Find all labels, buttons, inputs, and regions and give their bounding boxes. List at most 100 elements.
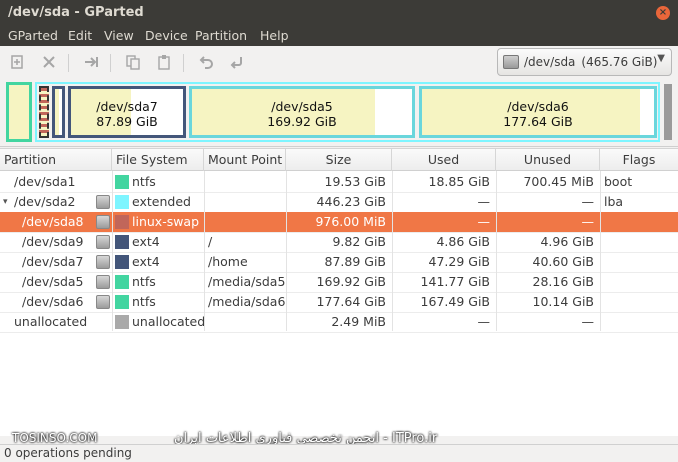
cell-unused: 700.45 MiB: [523, 174, 594, 189]
cell-mountpoint: /media/sda6: [208, 294, 286, 309]
cell-filesystem: ntfs: [132, 174, 156, 189]
cell-flags: [604, 252, 676, 272]
undo-icon[interactable]: [197, 54, 215, 72]
cell-filesystem: ntfs: [132, 274, 156, 289]
cell-used: —: [477, 194, 491, 209]
menu-help[interactable]: Help: [260, 28, 289, 43]
title-bar: /dev/sda - GParted ×: [0, 0, 678, 26]
filesystem-color-icon: [115, 275, 129, 289]
column-mountpoint[interactable]: Mount Point: [204, 149, 286, 171]
cell-partition: /dev/sda7: [22, 254, 84, 269]
map-partition-sda5[interactable]: /dev/sda5 169.92 GiB: [189, 86, 415, 138]
column-unused[interactable]: Unused: [496, 149, 600, 171]
cell-mountpoint: [208, 172, 286, 192]
filesystem-color-icon: [115, 295, 129, 309]
cell-used: —: [477, 214, 491, 229]
apply-icon[interactable]: [228, 54, 246, 72]
column-flags[interactable]: Flags: [600, 149, 678, 171]
table-row[interactable]: /dev/sda7 ext4/home 87.89 GiB 47.29 GiB 40.6…: [0, 252, 678, 272]
map-partition-sda9[interactable]: [52, 86, 65, 138]
map-partition-sda1[interactable]: [6, 82, 32, 142]
status-bar: 0 operations pending: [0, 444, 678, 462]
filesystem-color-icon: [115, 195, 129, 209]
cell-mountpoint: [208, 212, 286, 232]
device-size: (465.76 GiB): [581, 55, 658, 69]
column-divider: [204, 171, 205, 331]
filesystem-color-icon: [115, 175, 129, 189]
cell-size: 87.89 GiB: [324, 254, 387, 269]
menu-gparted[interactable]: GParted: [8, 28, 58, 43]
column-divider: [112, 171, 113, 331]
cell-used: 167.49 GiB: [420, 294, 490, 309]
paste-icon[interactable]: [155, 54, 173, 72]
cell-partition: /dev/sda9: [22, 234, 84, 249]
table-row[interactable]: /dev/sda1 ntfs 19.53 GiB 18.85 GiB 700.45 Mi…: [0, 172, 678, 192]
cell-filesystem: ext4: [132, 234, 160, 249]
resize-move-icon[interactable]: [82, 54, 100, 72]
table-row[interactable]: unallocated unallocated 2.49 MiB — —: [0, 312, 678, 332]
cell-filesystem: linux-swap: [132, 214, 200, 229]
new-icon[interactable]: [8, 54, 26, 72]
map-partition-sda7[interactable]: /dev/sda7 87.89 GiB: [68, 86, 186, 138]
cell-size: 2.49 MiB: [331, 314, 386, 329]
device-selector[interactable]: /dev/sda (465.76 GiB) ▼: [497, 48, 672, 76]
cell-flags: lba: [604, 194, 624, 209]
cell-partition: /dev/sda2: [14, 194, 76, 209]
menu-partition[interactable]: Partition: [195, 28, 247, 43]
cell-size: 177.64 GiB: [316, 294, 386, 309]
cell-partition: unallocated: [14, 314, 88, 329]
cell-mountpoint: [208, 312, 286, 332]
chevron-down-icon: ▼: [657, 53, 665, 64]
column-divider: [392, 171, 393, 331]
copy-icon[interactable]: [124, 54, 142, 72]
column-filesystem[interactable]: File System: [112, 149, 204, 171]
map-scrollbar[interactable]: [664, 84, 672, 140]
disk-map: /dev/sda7 87.89 GiB /dev/sda5 169.92 GiB /…: [4, 82, 660, 142]
toolbar-separator: [183, 54, 184, 72]
menu-edit[interactable]: Edit: [68, 28, 92, 43]
map-partition-sda6[interactable]: /dev/sda6 177.64 GiB: [419, 86, 657, 138]
column-divider: [286, 171, 287, 331]
menu-device[interactable]: Device: [145, 28, 188, 43]
map-sda6-name: /dev/sda6: [507, 99, 569, 114]
menu-view[interactable]: View: [104, 28, 134, 43]
cell-unused: 4.96 GiB: [540, 234, 594, 249]
delete-icon[interactable]: [40, 54, 58, 72]
table-row[interactable]: /dev/sda5 ntfs/media/sda5 169.92 GiB 141.77…: [0, 272, 678, 292]
close-icon[interactable]: ×: [656, 6, 670, 20]
filesystem-color-icon: [115, 255, 129, 269]
map-sda7-size: 87.89 GiB: [96, 114, 158, 129]
table-row[interactable]: /dev/sda9 ext4 / 9.82 GiB 4.86 GiB 4.96 GiB: [0, 232, 678, 252]
table-row[interactable]: /dev/sda6 ntfs/media/sda6 177.64 GiB 167.49…: [0, 292, 678, 312]
lock-icon: [96, 275, 110, 289]
toolbar-separator: [110, 54, 111, 72]
cell-unused: 10.14 GiB: [532, 294, 595, 309]
map-partition-sda8[interactable]: [39, 86, 49, 138]
cell-filesystem: extended: [132, 194, 191, 209]
cell-unused: 40.60 GiB: [532, 254, 595, 269]
column-partition[interactable]: Partition: [0, 149, 112, 171]
status-text: 0 operations pending: [4, 446, 132, 460]
expander-icon[interactable]: ▾: [3, 192, 8, 212]
cell-filesystem: unallocated: [132, 314, 204, 329]
divider: [0, 146, 678, 147]
cell-size: 19.53 GiB: [324, 174, 387, 189]
column-size[interactable]: Size: [286, 149, 392, 171]
column-divider: [600, 171, 601, 331]
cell-partition: /dev/sda1: [14, 174, 76, 189]
cell-mountpoint: /: [208, 234, 213, 249]
table-row[interactable]: /dev/sda8 linux-swap 976.00 MiB — —: [0, 212, 678, 232]
cell-flags: [604, 292, 676, 312]
filesystem-color-icon: [115, 215, 129, 229]
column-used[interactable]: Used: [392, 149, 496, 171]
cell-unused: —: [581, 194, 595, 209]
filesystem-color-icon: [115, 235, 129, 249]
partition-table: Partition File System Mount Point Size U…: [0, 148, 678, 436]
lock-icon: [96, 195, 110, 209]
cell-flags: boot: [604, 174, 633, 189]
cell-partition: /dev/sda6: [22, 294, 84, 309]
toolbar-separator: [68, 54, 69, 72]
cell-filesystem: ext4: [132, 254, 160, 269]
table-row[interactable]: ▾ /dev/sda2 extended 446.23 GiB — — lba: [0, 192, 678, 212]
map-sda7-name: /dev/sda7: [96, 99, 158, 114]
